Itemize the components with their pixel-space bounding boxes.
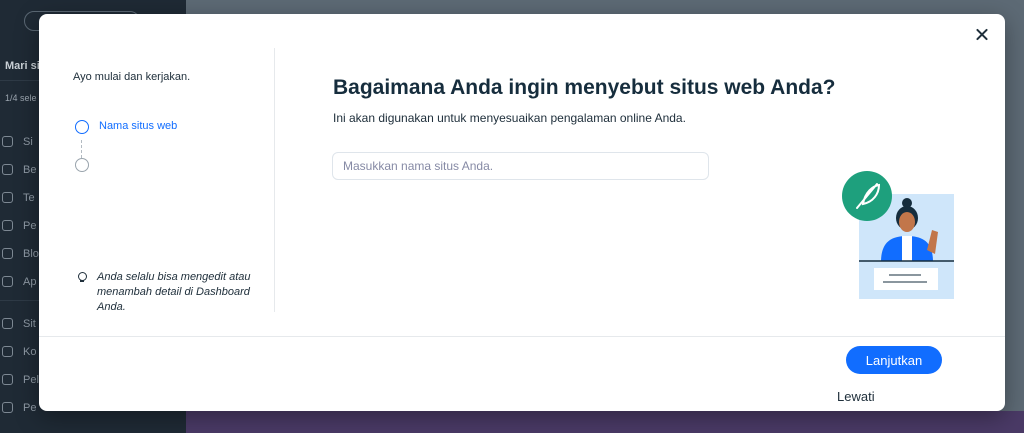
users-icon <box>2 374 13 385</box>
steps-panel: Ayo mulai dan kerjakan. Nama situs web A… <box>39 48 275 313</box>
background-sidebar-item: Si <box>0 132 40 152</box>
background-sidebar-item: Blo <box>0 244 40 264</box>
background-divider <box>0 300 40 301</box>
background-sidebar-item: Pel <box>0 370 40 390</box>
home-icon <box>2 164 13 175</box>
step-circle-icon <box>75 158 89 172</box>
tip-text: Anda selalu bisa mengedit atau menambah … <box>97 271 251 313</box>
step-active-circle-icon <box>75 120 89 134</box>
person-at-desk-illustration <box>842 171 954 299</box>
background-sidebar-item: Be <box>0 160 40 180</box>
background-bottom-bar <box>186 411 1024 433</box>
background-divider <box>0 80 40 81</box>
dollar-icon <box>2 220 13 231</box>
steps-intro: Ayo mulai dan kerjakan. <box>73 71 191 83</box>
apps-icon <box>2 276 13 287</box>
background-sidebar-item: Te <box>0 188 40 208</box>
skip-button[interactable]: Lewati <box>837 389 875 404</box>
background-sidebar-item: Pe <box>0 216 40 236</box>
step-label: Nama situs web <box>99 120 178 132</box>
browser-icon <box>2 318 13 329</box>
inbox-icon <box>2 346 13 357</box>
continue-button[interactable]: Lanjutkan <box>846 346 942 374</box>
illustration <box>839 170 959 300</box>
site-name-input[interactable] <box>332 152 709 180</box>
dialog-subtitle: Ini akan digunakan untuk menyesuaikan pe… <box>333 111 686 125</box>
background-sidebar-item: Sit <box>0 314 40 334</box>
background-sidebar-item: Pe <box>0 398 40 418</box>
background-sidebar-item: Ap <box>0 272 40 292</box>
background-sidebar-title: Mari si <box>5 60 40 72</box>
megaphone-icon <box>2 402 13 413</box>
dialog-title: Bagaimana Anda ingin menyebut situs web … <box>333 76 836 99</box>
lightbulb-icon <box>75 270 89 284</box>
pen-icon <box>2 248 13 259</box>
rocket-icon <box>2 136 13 147</box>
document-icon <box>2 192 13 203</box>
close-icon[interactable] <box>973 26 991 44</box>
background-sidebar-item: Ko <box>0 342 40 362</box>
step-connector <box>81 140 82 158</box>
background-sidebar-progress: 1/4 sele <box>5 93 37 103</box>
